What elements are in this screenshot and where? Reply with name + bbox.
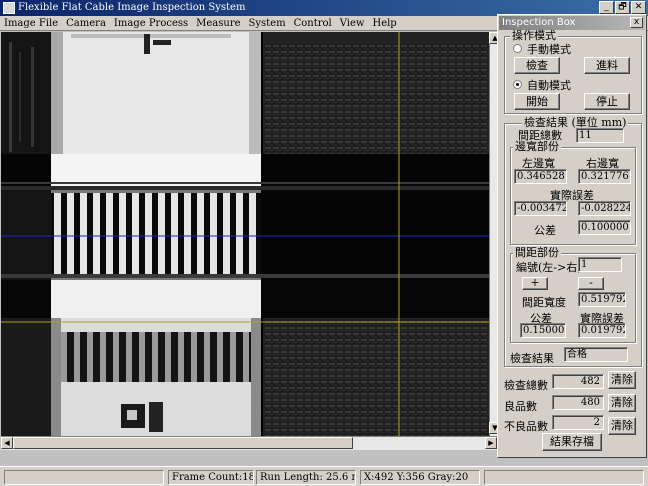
auto-mode-radio[interactable]: [513, 80, 522, 89]
menu-measure[interactable]: Measure: [192, 16, 244, 30]
edge-group-label: 邊寬部份: [513, 140, 561, 153]
scroll-right-icon[interactable]: ▶: [485, 437, 497, 449]
panel-title: Inspection Box: [502, 17, 576, 28]
horizontal-scroll-thumb[interactable]: [13, 437, 353, 449]
pitch-total-field[interactable]: 11: [576, 128, 624, 143]
pitch-plus-button[interactable]: +: [522, 277, 548, 290]
menu-image-file[interactable]: Image File: [0, 16, 62, 30]
start-button[interactable]: 開始: [514, 93, 560, 110]
clear-bad-button[interactable]: 清除: [608, 417, 636, 435]
pitch-tolerance-field[interactable]: 0.150000: [520, 323, 566, 338]
bad-count-label: 不良品數: [504, 420, 548, 433]
manual-mode-label: 手動模式: [527, 43, 571, 56]
menu-camera[interactable]: Camera: [62, 16, 110, 30]
pitch-minus-button[interactable]: -: [578, 277, 604, 290]
edge-tolerance-label: 公差: [534, 224, 556, 237]
auto-mode-label: 自動模式: [527, 79, 571, 92]
save-results-button[interactable]: 結果存檔: [542, 433, 602, 451]
manual-mode-radio[interactable]: [513, 44, 522, 53]
stop-button[interactable]: 停止: [584, 93, 630, 110]
app-icon: [3, 2, 15, 14]
menu-image-process[interactable]: Image Process: [110, 16, 192, 30]
clear-good-button[interactable]: 清除: [608, 394, 636, 412]
window-title: Flexible Flat Cable Image Inspection Sys…: [18, 2, 246, 13]
inspect-result-label: 檢查結果: [510, 352, 554, 365]
pitch-width-field[interactable]: 0.519792: [578, 292, 626, 307]
status-frame-count: Frame Count:183: [168, 470, 254, 485]
right-edge-field[interactable]: 0.321776: [578, 169, 631, 184]
status-empty: [4, 470, 164, 485]
menu-control[interactable]: Control: [290, 16, 336, 30]
total-count-field[interactable]: 482: [552, 374, 604, 389]
panel-title-bar: Inspection Box x: [499, 16, 645, 30]
status-extra: [484, 470, 644, 485]
panel-close-button[interactable]: x: [630, 17, 643, 28]
inspect-button[interactable]: 檢查: [514, 57, 560, 74]
left-edge-error-field[interactable]: -0.003472: [514, 201, 567, 216]
inspect-result-field[interactable]: 合格: [564, 347, 628, 362]
right-edge-error-field[interactable]: -0.028224: [578, 201, 631, 216]
pitch-width-label: 間距寬度: [522, 296, 566, 309]
horizontal-scrollbar[interactable]: ◀ ▶: [1, 436, 499, 450]
total-count-label: 檢查總數: [504, 379, 548, 392]
camera-image: [1, 32, 489, 436]
left-edge-field[interactable]: 0.346528: [514, 169, 567, 184]
status-bar: Frame Count:183 Run Length: 25.6 mm X:49…: [0, 466, 648, 486]
scroll-left-icon[interactable]: ◀: [1, 437, 13, 449]
close-button[interactable]: ✕: [631, 1, 646, 14]
menu-view[interactable]: View: [336, 16, 369, 30]
good-count-field[interactable]: 480: [552, 395, 604, 410]
pitch-error-field[interactable]: 0.019792: [578, 323, 626, 338]
pitch-group-label: 間距部份: [513, 246, 561, 259]
pitch-number-field[interactable]: 1: [578, 257, 622, 272]
pitch-number-label: 編號(左->右): [516, 261, 582, 274]
good-count-label: 良品數: [504, 400, 537, 413]
camera-image-view[interactable]: [1, 32, 489, 436]
status-run-length: Run Length: 25.6 mm: [256, 470, 356, 485]
restore-button[interactable]: 🗗: [615, 1, 630, 14]
status-cursor: X:492 Y:356 Gray:20: [360, 470, 480, 485]
edge-tolerance-field[interactable]: 0.100000: [578, 220, 631, 235]
minimize-button[interactable]: _: [599, 1, 614, 14]
menu-help[interactable]: Help: [368, 16, 400, 30]
clear-total-button[interactable]: 清除: [608, 371, 636, 389]
menu-system[interactable]: System: [245, 16, 290, 30]
bad-count-field[interactable]: 2: [552, 415, 604, 430]
feed-button[interactable]: 進料: [584, 57, 630, 74]
inspection-box-panel: Inspection Box x 操作模式 手動模式 檢查 進料 自動模式 開始…: [497, 14, 647, 458]
